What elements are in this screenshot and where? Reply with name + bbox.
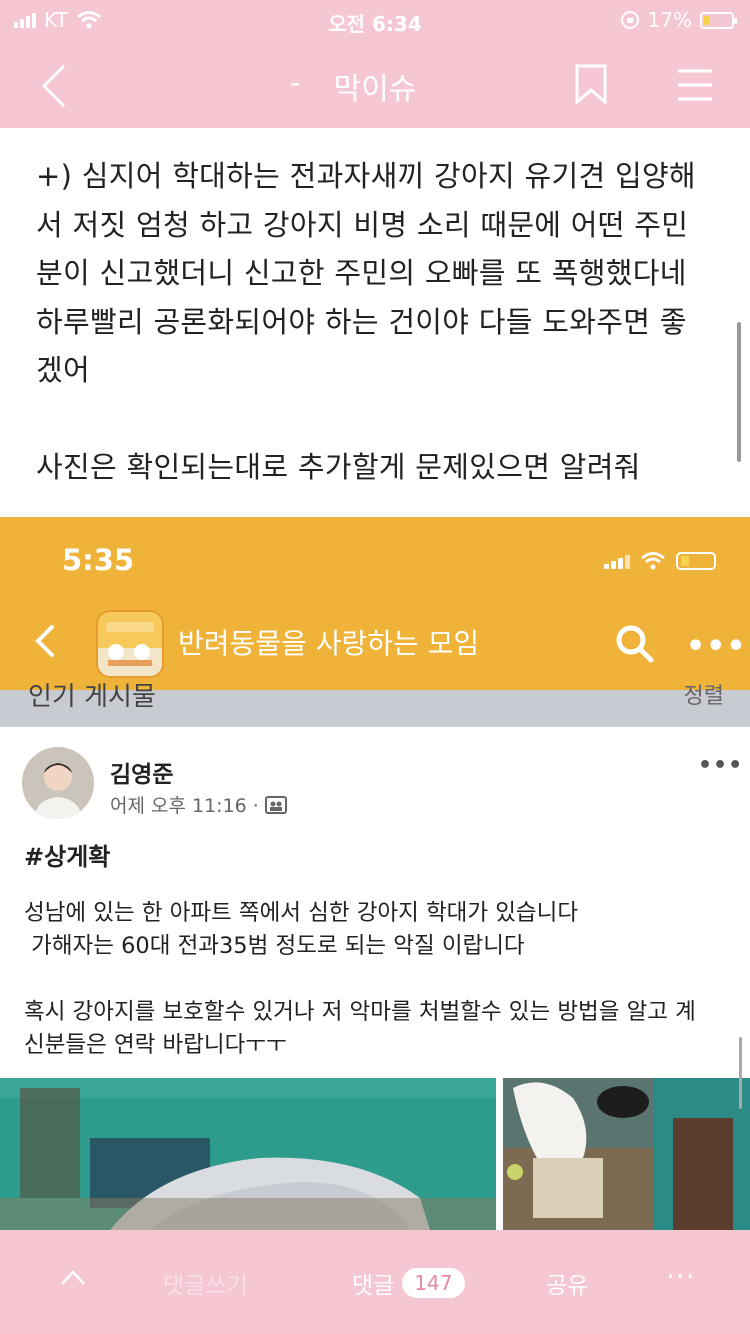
embedded-clock: 5:35 bbox=[62, 543, 135, 577]
embedded-header: 5:35 반려동물을 사랑하는 모임 ••• bbox=[0, 517, 750, 690]
embedded-wifi-icon bbox=[641, 552, 665, 570]
article-line: 사진은 확인되는대로 추가할게 문제있으면 알려줘 bbox=[36, 450, 641, 484]
avatar bbox=[22, 747, 94, 819]
battery-icon bbox=[700, 11, 737, 29]
article-line: 분이 신고했더니 신고한 주민의 오빠를 또 폭행했다네 bbox=[36, 256, 687, 290]
band-label: 인기 게시물 bbox=[28, 682, 156, 712]
bottom-action-bar: 댓글쓰기 댓글 147 공유 ··· bbox=[0, 1230, 750, 1334]
post-more-icon: ••• bbox=[698, 753, 744, 778]
embedded-scrollbar bbox=[739, 1037, 742, 1109]
article-body: +) 심지어 학대하는 전과자새끼 강아지 유기견 입양해 서 저짓 엄청 하고… bbox=[36, 152, 716, 492]
embedded-battery-icon bbox=[676, 552, 716, 570]
page-title: 막이슈 bbox=[333, 72, 417, 107]
post-line: 성남에 있는 한 아파트 쪽에서 심한 강아지 학대가 있습니다 bbox=[24, 900, 579, 926]
group-name: 반려동물을 사랑하는 모임 bbox=[178, 627, 480, 660]
embedded-signal-icon bbox=[604, 553, 630, 569]
post-line: 혹시 강아지를 보호할수 있거나 저 악마를 처벌할수 있는 방법을 알고 계 bbox=[24, 999, 696, 1025]
embedded-more-icon: ••• bbox=[686, 629, 747, 664]
article-line: 서 저짓 엄청 하고 강아지 비명 소리 때문에 어떤 주민 bbox=[36, 207, 689, 242]
menu-icon[interactable] bbox=[676, 68, 714, 102]
embedded-status-icons bbox=[604, 551, 716, 571]
article-line: 하루빨리 공론화되어야 하는 건이야 다들 도와주면 좋 bbox=[36, 304, 687, 339]
comment-count-badge: 147 bbox=[402, 1268, 465, 1298]
orientation-lock-icon bbox=[620, 11, 639, 29]
group-visibility-icon bbox=[264, 795, 287, 814]
battery-percent: 17% bbox=[647, 8, 692, 32]
post-line bbox=[24, 963, 734, 996]
comments-button[interactable]: 댓글 147 bbox=[352, 1266, 465, 1300]
status-bar: KT 오전 6:34 17% bbox=[0, 0, 750, 42]
post-timestamp: 어제 오후 11:16 · bbox=[110, 795, 259, 817]
scroll-top-icon[interactable] bbox=[60, 1268, 86, 1288]
embedded-screenshot: 5:35 반려동물을 사랑하는 모임 ••• 인기 게시물 정렬 김영준 어제 … bbox=[0, 517, 750, 1230]
post-body: 성남에 있는 한 아파트 쪽에서 심한 강아지 학대가 있습니다 가해자는 60… bbox=[24, 897, 734, 1062]
battery-group: 17% bbox=[620, 8, 737, 32]
comments-label: 댓글 bbox=[352, 1273, 395, 1299]
page-scrollbar[interactable] bbox=[737, 322, 741, 462]
post-meta: 어제 오후 11:16 · bbox=[110, 791, 287, 818]
article-line: 겠어 bbox=[36, 353, 90, 387]
article-line bbox=[36, 395, 716, 444]
post-author: 김영준 bbox=[110, 762, 174, 788]
post-line: 가해자는 60대 전과35범 정도로 되는 악질 이랍니다 bbox=[24, 933, 525, 959]
post-line: 신분들은 연락 바랍니다ㅜㅜ bbox=[24, 1032, 287, 1058]
post-photo bbox=[0, 1078, 496, 1230]
group-logo bbox=[96, 610, 164, 678]
share-button[interactable]: 공유 bbox=[546, 1266, 588, 1300]
more-options-icon[interactable]: ··· bbox=[666, 1260, 696, 1293]
app-header: - 막이슈 bbox=[0, 42, 750, 128]
embedded-section-band: 인기 게시물 정렬 bbox=[0, 682, 750, 727]
post-hashtag: #상게확 bbox=[24, 843, 111, 871]
embedded-back-icon bbox=[35, 625, 54, 657]
bookmark-icon[interactable] bbox=[574, 64, 608, 104]
article-line: +) 심지어 학대하는 전과자새끼 강아지 유기견 입양해 bbox=[36, 159, 696, 193]
post-photo bbox=[503, 1078, 750, 1230]
band-sort-label: 정렬 bbox=[683, 684, 724, 709]
embedded-search-icon bbox=[616, 625, 654, 663]
write-comment-button[interactable]: 댓글쓰기 bbox=[163, 1266, 248, 1300]
